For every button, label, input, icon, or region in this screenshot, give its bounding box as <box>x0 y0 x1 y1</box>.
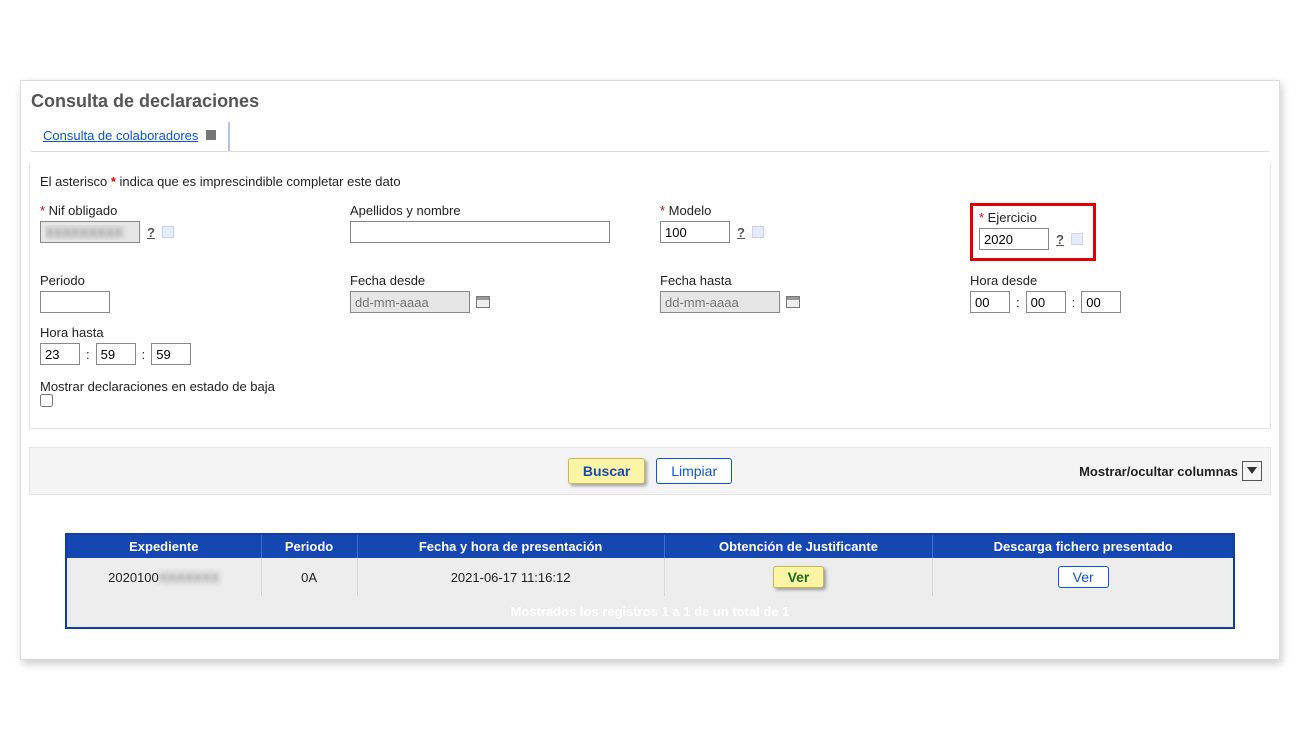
hora-hasta-s[interactable] <box>151 343 191 365</box>
tab-colaboradores-link[interactable]: Consulta de colaboradores <box>43 128 198 143</box>
ejercicio-input[interactable] <box>979 228 1049 250</box>
actions-bar: Buscar Limpiar Mostrar/ocultar columnas <box>29 447 1271 495</box>
th-fecha[interactable]: Fecha y hora de presentación <box>357 534 664 558</box>
periodo-input[interactable] <box>40 291 110 313</box>
cell-periodo: 0A <box>261 558 357 596</box>
calendar-icon[interactable] <box>476 296 490 308</box>
field-apellidos: Apellidos y nombre <box>350 203 650 261</box>
nif-label: Nif obligado <box>49 203 118 218</box>
field-fecha-desde: Fecha desde <box>350 273 650 313</box>
tab-colaboradores[interactable]: Consulta de colaboradores <box>31 122 230 151</box>
help-icon[interactable]: ? <box>736 225 746 239</box>
field-modelo: * Modelo ? <box>660 203 960 261</box>
mostrar-baja-label: Mostrar declaraciones en estado de baja <box>40 379 275 394</box>
help-icon[interactable]: ? <box>1055 232 1065 246</box>
toggle-columns[interactable]: Mostrar/ocultar columnas <box>1079 461 1262 481</box>
form-grid: * Nif obligado ? Apellidos y nombre * Mo… <box>40 203 1260 365</box>
help-icon[interactable]: ? <box>146 225 156 239</box>
fecha-hasta-label: Fecha hasta <box>660 273 960 288</box>
table-footer-row: Mostrados los registros 1 a 1 de un tota… <box>66 596 1234 628</box>
tabs-bar: Consulta de colaboradores <box>31 122 1269 152</box>
hora-hasta-label: Hora hasta <box>40 325 340 340</box>
hora-hasta-h[interactable] <box>40 343 80 365</box>
page-title: Consulta de declaraciones <box>31 91 1269 112</box>
field-hora-hasta: Hora hasta : : <box>40 325 340 365</box>
fecha-desde-input[interactable] <box>350 291 470 313</box>
ver-descarga-button[interactable]: Ver <box>1058 566 1109 588</box>
apellidos-label: Apellidos y nombre <box>350 203 650 218</box>
th-periodo[interactable]: Periodo <box>261 534 357 558</box>
modelo-label: Modelo <box>669 203 712 218</box>
th-descarga[interactable]: Descarga fichero presentado <box>933 534 1234 558</box>
field-mostrar-baja: Mostrar declaraciones en estado de baja <box>40 379 1260 410</box>
field-fecha-hasta: Fecha hasta <box>660 273 960 313</box>
required-hint: El asterisco * indica que es imprescindi… <box>40 174 1260 189</box>
modelo-input[interactable] <box>660 221 730 243</box>
ejercicio-label: Ejercicio <box>988 210 1037 225</box>
table-footer-text: Mostrados los registros 1 a 1 de un tota… <box>66 596 1234 628</box>
cell-descarga: Ver <box>933 558 1234 596</box>
buscar-button[interactable]: Buscar <box>568 458 645 484</box>
periodo-label: Periodo <box>40 273 340 288</box>
highlight-ejercicio: * Ejercicio ? <box>970 203 1096 261</box>
cell-expediente: 2020100XXXXXXX <box>66 558 261 596</box>
new-window-icon <box>206 130 216 140</box>
fecha-hasta-input[interactable] <box>660 291 780 313</box>
main-panel: Consulta de declaraciones Consulta de co… <box>20 80 1280 660</box>
hora-desde-s[interactable] <box>1081 291 1121 313</box>
toggle-columns-label: Mostrar/ocultar columnas <box>1079 464 1238 479</box>
th-justificante[interactable]: Obtención de Justificante <box>664 534 933 558</box>
cell-fecha: 2021-06-17 11:16:12 <box>357 558 664 596</box>
apellidos-input[interactable] <box>350 221 610 243</box>
fecha-desde-label: Fecha desde <box>350 273 650 288</box>
field-periodo: Periodo <box>40 273 340 313</box>
th-expediente[interactable]: Expediente <box>66 534 261 558</box>
table-row: 2020100XXXXXXX 0A 2021-06-17 11:16:12 Ve… <box>66 558 1234 596</box>
popup-icon[interactable] <box>752 226 764 238</box>
popup-icon[interactable] <box>1071 233 1083 245</box>
field-hora-desde: Hora desde : : <box>970 273 1270 313</box>
nif-input[interactable] <box>40 221 140 243</box>
chevron-down-icon[interactable] <box>1242 461 1262 481</box>
field-nif: * Nif obligado ? <box>40 203 340 261</box>
popup-icon[interactable] <box>162 226 174 238</box>
table-header-row: Expediente Periodo Fecha y hora de prese… <box>66 534 1234 558</box>
ver-justificante-button[interactable]: Ver <box>773 566 825 588</box>
hora-desde-h[interactable] <box>970 291 1010 313</box>
limpiar-button[interactable]: Limpiar <box>656 458 732 484</box>
hora-desde-label: Hora desde <box>970 273 1270 288</box>
field-ejercicio: * Ejercicio ? <box>970 203 1270 261</box>
hora-desde-m[interactable] <box>1026 291 1066 313</box>
results-section: Expediente Periodo Fecha y hora de prese… <box>65 533 1235 629</box>
mostrar-baja-checkbox[interactable] <box>40 394 53 407</box>
search-form: El asterisco * indica que es imprescindi… <box>29 162 1271 429</box>
hora-hasta-m[interactable] <box>96 343 136 365</box>
calendar-icon[interactable] <box>786 296 800 308</box>
cell-justificante: Ver <box>664 558 933 596</box>
results-table: Expediente Periodo Fecha y hora de prese… <box>65 533 1235 629</box>
